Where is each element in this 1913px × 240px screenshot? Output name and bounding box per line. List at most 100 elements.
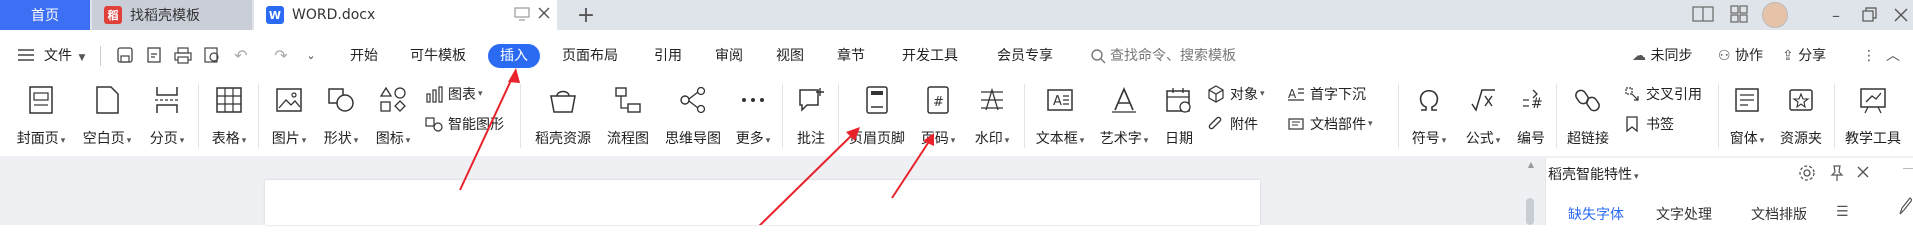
menu-view[interactable]: 视图 (776, 44, 804, 68)
menu-kniu-template[interactable]: 可牛模板 (410, 44, 466, 68)
dropcap-button[interactable]: A 首字下沉 (1286, 82, 1366, 106)
formula-button[interactable]: 公式 ▾ (1458, 78, 1508, 154)
date-button[interactable]: 日期 (1158, 78, 1200, 154)
more-button[interactable]: 更多 ▾ (728, 78, 778, 154)
apps-grid-icon[interactable] (1730, 5, 1748, 23)
page-break-button[interactable]: 分页 ▾ (144, 78, 190, 154)
mindmap-button[interactable]: 思维导图 (660, 78, 726, 154)
bookmark-button[interactable]: 书签 (1622, 112, 1674, 136)
daoke-resource-label: 稻壳资源 (535, 131, 591, 147)
table-button[interactable]: 表格 ▾ (206, 78, 252, 154)
divider (1398, 84, 1399, 148)
settings-gear-icon[interactable] (1798, 164, 1816, 182)
numbering-button[interactable]: # 编号 (1510, 78, 1552, 154)
divider (1834, 84, 1835, 148)
panel-tab-text-processing[interactable]: 文字处理 (1656, 204, 1712, 224)
insert-icons-button[interactable]: 图标 ▾ (370, 78, 416, 154)
collaborate-button[interactable]: ⚇ 协作 (1718, 44, 1763, 68)
cover-page-button[interactable]: 封面页 ▾ (12, 78, 70, 154)
tab-find-template[interactable]: 稻 找稻壳模板 (92, 0, 252, 30)
omega-icon (1413, 84, 1445, 116)
chart-button[interactable]: 图表 ▾ (424, 82, 483, 106)
more-options-icon[interactable]: ⋮ (1862, 44, 1876, 68)
close-tab-icon[interactable] (537, 6, 551, 20)
flowchart-label: 流程图 (607, 131, 649, 147)
quick-access-more-icon[interactable]: ⌄ (300, 44, 322, 66)
flowchart-button[interactable]: 流程图 (600, 78, 656, 154)
header-footer-label: 页眉页脚 (849, 131, 905, 147)
shape-button[interactable]: 形状 ▾ (318, 78, 364, 154)
page-number-button[interactable]: # 页码 ▾ (912, 78, 964, 154)
wordart-icon (1108, 84, 1140, 116)
undo-icon[interactable]: ↶ (230, 44, 252, 66)
daoke-resource-button[interactable]: 稻壳资源 (530, 78, 596, 154)
command-search-input[interactable]: 查找命令、搜索模板 (1110, 44, 1236, 68)
insert-icons-label: 图标 (375, 131, 404, 147)
wordart-button[interactable]: 艺术字 ▾ (1094, 78, 1154, 154)
panel-menu-icon[interactable]: ☰ (1836, 204, 1849, 220)
minimize-icon[interactable]: – (1820, 0, 1852, 30)
panel-close-icon[interactable] (1856, 165, 1870, 179)
cross-reference-button[interactable]: 交叉引用 (1622, 82, 1702, 106)
close-window-icon[interactable] (1893, 7, 1909, 23)
save-icon[interactable] (114, 44, 136, 66)
menu-developer-tools[interactable]: 开发工具 (902, 44, 958, 68)
scroll-up-icon[interactable]: ▲ (1526, 160, 1536, 169)
hamburger-icon[interactable] (18, 48, 34, 62)
hyperlink-button[interactable]: 超链接 (1560, 78, 1616, 154)
new-tab-plus-icon[interactable]: + (570, 0, 602, 30)
tab-document[interactable]: W WORD.docx (254, 0, 557, 30)
avatar[interactable] (1762, 2, 1788, 28)
pin-icon[interactable] (1828, 164, 1846, 182)
blank-page-button[interactable]: 空白页 ▾ (78, 78, 136, 154)
sync-status[interactable]: ☁ 未同步 (1632, 44, 1692, 68)
menu-reference[interactable]: 引用 (654, 44, 682, 68)
menu-start[interactable]: 开始 (350, 44, 378, 68)
menu-insert[interactable]: 插入 (488, 44, 540, 68)
export-pdf-icon[interactable] (143, 44, 165, 66)
pen-tool-icon[interactable] (1898, 196, 1912, 216)
svg-text:#: # (1531, 96, 1543, 112)
monitor-icon[interactable] (514, 7, 530, 21)
panel-tab-doc-layout[interactable]: 文档排版 (1751, 204, 1807, 224)
document-part-button[interactable]: 文档部件 ▾ (1286, 112, 1373, 136)
hyperlink-label: 超链接 (1567, 131, 1609, 147)
date-label: 日期 (1165, 131, 1193, 147)
picture-button[interactable]: 图片 ▾ (266, 78, 312, 154)
dropcap-label: 首字下沉 (1310, 87, 1366, 103)
menu-member[interactable]: 会员专享 (997, 44, 1053, 68)
file-menu[interactable]: 文件 ▼ (44, 44, 85, 68)
print-icon[interactable] (172, 44, 194, 66)
print-preview-icon[interactable] (201, 44, 223, 66)
textbox-button[interactable]: A 文本框 ▾ (1030, 78, 1090, 154)
resource-folder-button[interactable]: 资源夹 (1774, 78, 1828, 154)
smart-graphic-icon (424, 114, 444, 134)
panel-title[interactable]: 稻壳智能特性 ▾ (1548, 164, 1639, 184)
tab-home[interactable]: 首页 (0, 0, 90, 30)
teaching-tools-button[interactable]: 教学工具 (1838, 78, 1908, 154)
scrollbar-thumb[interactable] (1526, 198, 1534, 225)
vertical-scrollbar[interactable]: ▲ (1526, 160, 1536, 225)
restore-icon[interactable] (1862, 7, 1878, 23)
header-footer-button[interactable]: 页眉页脚 (844, 78, 910, 154)
watermark-button[interactable]: 水印 ▾ (966, 78, 1018, 154)
collaborate-label: 协作 (1735, 48, 1764, 64)
bookmark-label: 书签 (1646, 117, 1674, 133)
symbol-button[interactable]: 符号 ▾ (1404, 78, 1454, 154)
reading-layout-icon[interactable] (1692, 6, 1714, 22)
menu-chapter[interactable]: 章节 (837, 44, 865, 68)
search-icon (1090, 48, 1106, 64)
panel-tab-missing-font[interactable]: 缺失字体 (1568, 204, 1624, 224)
collapse-ribbon-icon[interactable]: ︿ (1886, 44, 1900, 68)
attachment-button[interactable]: 附件 (1206, 112, 1258, 136)
comment-button[interactable]: 批注 (788, 78, 834, 154)
share-button[interactable]: ⇪ 分享 (1782, 44, 1826, 68)
document-page[interactable] (265, 180, 1260, 225)
redo-icon[interactable]: ↷ (270, 44, 292, 66)
smart-graphic-button[interactable]: 智能图形 (424, 112, 504, 136)
menu-page-layout[interactable]: 页面布局 (562, 44, 618, 68)
object-button[interactable]: 对象 ▾ (1206, 82, 1265, 106)
panel-title-label: 稻壳智能特性 (1548, 167, 1632, 183)
menu-review[interactable]: 审阅 (715, 44, 743, 68)
form-button[interactable]: 窗体 ▾ (1722, 78, 1772, 154)
